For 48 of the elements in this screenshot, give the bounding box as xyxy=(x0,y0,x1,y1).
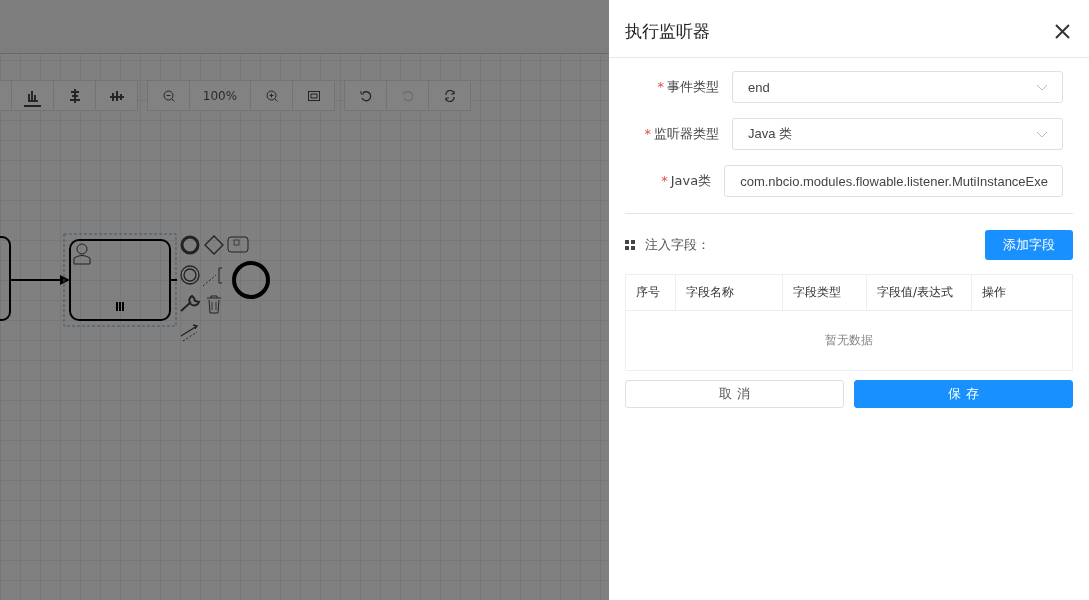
wrench-icon xyxy=(180,295,200,312)
field-label: * 监听器类型 xyxy=(643,125,720,143)
input-field[interactable]: com.nbcio.modules.flowable.listener.MutiInstanceExe xyxy=(724,165,1063,197)
trash-icon xyxy=(206,295,222,314)
select-field[interactable]: Java 类 xyxy=(732,118,1063,150)
multi-instance-icon xyxy=(116,301,124,312)
distribute-icon xyxy=(109,89,124,102)
distribute-button[interactable] xyxy=(95,80,138,111)
select-field[interactable]: end xyxy=(732,71,1063,103)
chevron-down-icon xyxy=(1036,83,1048,91)
column-header: 字段名称 xyxy=(676,275,783,310)
column-header: 字段类型 xyxy=(783,275,867,310)
reset-button[interactable] xyxy=(428,80,471,111)
intermediate-event-icon xyxy=(180,265,200,285)
empty-text: 暂无数据 xyxy=(825,332,873,349)
close-icon[interactable] xyxy=(1055,23,1070,39)
column-header: 操作 xyxy=(981,284,1007,301)
align-center-button[interactable] xyxy=(53,80,96,111)
grid-icon xyxy=(625,240,635,250)
user-icon xyxy=(73,243,91,265)
zoom-in-button[interactable] xyxy=(250,80,293,111)
fit-screen-icon xyxy=(307,90,320,101)
align-center-icon xyxy=(68,88,81,103)
zoom-level-button[interactable]: 100% xyxy=(189,80,251,111)
end-event-shape xyxy=(232,261,270,299)
connect-icon xyxy=(180,324,199,342)
task-icon xyxy=(227,236,249,253)
gateway-icon xyxy=(204,235,224,255)
zoom-out-button[interactable] xyxy=(147,80,190,111)
align-bottom-button[interactable] xyxy=(11,80,54,111)
refresh-icon xyxy=(443,89,456,102)
drawer-title: 执行监听器 xyxy=(625,19,710,43)
bar-chart-icon xyxy=(26,89,39,102)
undo-button[interactable] xyxy=(344,80,387,111)
zoom-in-icon xyxy=(265,89,278,102)
sequence-flow-arrow xyxy=(9,275,70,285)
column-header: 字段值/表达式 xyxy=(867,275,972,310)
field-label: * 事件类型 xyxy=(656,78,720,96)
field-label: * Java类 xyxy=(660,172,713,190)
zoom-out-icon xyxy=(162,89,175,102)
section-title: 注入字段： xyxy=(645,236,711,254)
undo-icon xyxy=(359,89,372,102)
fit-button[interactable] xyxy=(292,80,335,111)
column-header: 序号 xyxy=(626,275,676,310)
cancel-button[interactable]: 取 消 xyxy=(625,380,844,408)
annotation-icon xyxy=(202,267,223,287)
chevron-down-icon xyxy=(1036,130,1048,138)
start-event-icon xyxy=(180,235,200,255)
